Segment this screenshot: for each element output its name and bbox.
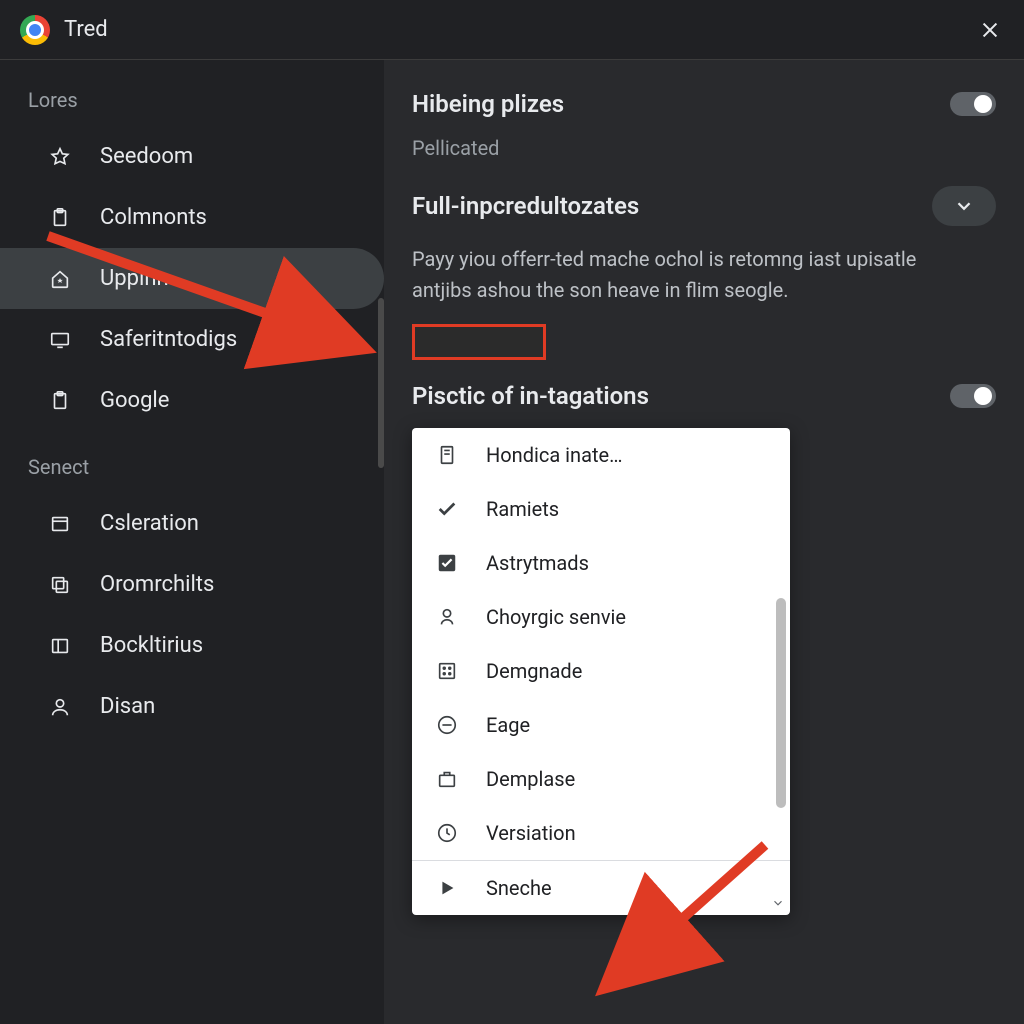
sidebar-item-label: Saferitntodigs bbox=[100, 327, 237, 352]
dropdown-item-hondica[interactable]: Hondica inate… bbox=[412, 428, 790, 482]
sidebar-item-csleration[interactable]: Csleration bbox=[0, 493, 384, 554]
chevron-down-icon bbox=[953, 195, 975, 217]
dropdown-item-sneche[interactable]: Sneche bbox=[412, 861, 790, 915]
sidebar-item-seedoom[interactable]: Seedoom bbox=[0, 126, 384, 187]
home-star-icon bbox=[48, 267, 72, 291]
briefcase-icon bbox=[434, 766, 460, 792]
person-pin-icon bbox=[434, 604, 460, 630]
main-area: Lores Seedoom Colmnonts Uppinn Saferitnt… bbox=[0, 60, 1024, 1024]
titlebar: Tred bbox=[0, 0, 1024, 60]
dropdown-item-versiation[interactable]: Versiation bbox=[412, 806, 790, 860]
play-icon bbox=[434, 875, 460, 901]
content-panel: Hibeing plizes Pellicated Full-inpcredul… bbox=[384, 60, 1024, 1024]
chrome-logo-icon bbox=[20, 15, 50, 45]
toggle-pisctic[interactable] bbox=[950, 384, 996, 408]
setting-subtitle: Pellicated bbox=[412, 136, 996, 160]
sidebar-group-label: Lores bbox=[0, 80, 384, 126]
dropdown-more-button[interactable] bbox=[770, 895, 786, 911]
sidebar-item-colmnonts[interactable]: Colmnonts bbox=[0, 187, 384, 248]
dropdown-item-astrytmads[interactable]: Astrytmads bbox=[412, 536, 790, 590]
sidebar-item-label: Seedoom bbox=[100, 144, 193, 169]
dropdown-item-label: Eage bbox=[486, 713, 530, 737]
check-icon bbox=[434, 496, 460, 522]
sidebar-item-label: Csleration bbox=[100, 511, 199, 536]
setting-row-pisctic: Pisctic of in-tagations bbox=[412, 382, 996, 410]
dropdown-item-label: Hondica inate… bbox=[486, 443, 622, 467]
dropdown-item-demplase[interactable]: Demplase bbox=[412, 752, 790, 806]
dropdown-item-eage[interactable]: Eage bbox=[412, 698, 790, 752]
face-icon bbox=[434, 712, 460, 738]
dropdown-scrollbar[interactable] bbox=[776, 598, 786, 808]
window-title: Tred bbox=[64, 17, 108, 42]
sidebar-item-label: Google bbox=[100, 388, 169, 413]
sidebar-item-disan[interactable]: Disan bbox=[0, 676, 384, 737]
toggle-hibeing[interactable] bbox=[950, 92, 996, 116]
dropdown-item-label: Demplase bbox=[486, 767, 575, 791]
checkbox-checked-icon bbox=[434, 550, 460, 576]
dropdown-item-label: Ramiets bbox=[486, 497, 559, 521]
sidebar-item-google[interactable]: Google bbox=[0, 370, 384, 431]
close-icon bbox=[979, 19, 1001, 41]
clipboard-icon bbox=[48, 389, 72, 413]
dropdown-item-label: Versiation bbox=[486, 821, 576, 845]
clock-icon bbox=[434, 820, 460, 846]
sidebar-item-uppinn[interactable]: Uppinn bbox=[0, 248, 384, 309]
sidebar-item-bockltirius[interactable]: Bockltirius bbox=[0, 615, 384, 676]
person-icon bbox=[48, 695, 72, 719]
setting-title: Pisctic of in-tagations bbox=[412, 382, 649, 410]
setting-description: Payy yiou offerr-ted mache ochol is reto… bbox=[412, 244, 972, 306]
sidebar-item-label: Uppinn bbox=[100, 266, 169, 291]
dropdown-item-demgnade[interactable]: Demgnade bbox=[412, 644, 790, 698]
star-icon bbox=[48, 145, 72, 169]
close-button[interactable] bbox=[976, 16, 1004, 44]
sidebar-item-label: Bockltirius bbox=[100, 633, 203, 658]
annotation-highlight-box bbox=[412, 324, 546, 360]
sidebar-item-saferitntodigs[interactable]: Saferitntodigs bbox=[0, 309, 384, 370]
setting-title: Full-inpcredultozates bbox=[412, 192, 639, 220]
expand-button[interactable] bbox=[932, 186, 996, 226]
copy-icon bbox=[48, 573, 72, 597]
setting-row-full: Full-inpcredultozates bbox=[412, 186, 996, 226]
sidebar-item-label: Oromrchilts bbox=[100, 572, 214, 597]
sidebar-item-label: Disan bbox=[100, 694, 155, 719]
panel-icon bbox=[48, 634, 72, 658]
setting-row-hibeing: Hibeing plizes bbox=[412, 90, 996, 118]
dropdown-item-label: Astrytmads bbox=[486, 551, 589, 575]
dropdown-item-ramiets[interactable]: Ramiets bbox=[412, 482, 790, 536]
sidebar: Lores Seedoom Colmnonts Uppinn Saferitnt… bbox=[0, 60, 384, 1024]
dropdown-item-choyrgic[interactable]: Choyrgic senvie bbox=[412, 590, 790, 644]
sidebar-group-label: Senect bbox=[0, 447, 384, 493]
sidebar-item-label: Colmnonts bbox=[100, 205, 207, 230]
grid-icon bbox=[434, 658, 460, 684]
dropdown-panel: Hondica inate… Ramiets Astrytmads Choyrg… bbox=[412, 428, 790, 915]
dropdown-item-label: Sneche bbox=[486, 876, 552, 900]
dropdown-item-label: Choyrgic senvie bbox=[486, 605, 626, 629]
window-icon bbox=[48, 512, 72, 536]
setting-title: Hibeing plizes bbox=[412, 90, 564, 118]
sidebar-item-oromrchilts[interactable]: Oromrchilts bbox=[0, 554, 384, 615]
clipboard-icon bbox=[434, 442, 460, 468]
dropdown-item-label: Demgnade bbox=[486, 659, 582, 683]
clipboard-icon bbox=[48, 206, 72, 230]
monitor-icon bbox=[48, 328, 72, 352]
